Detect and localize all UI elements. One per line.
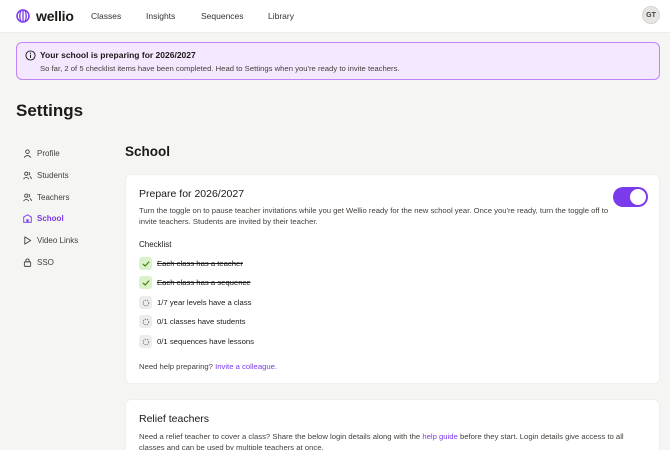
sidebar-item-school[interactable]: School [23,211,64,225]
relief-title: Relief teachers [139,413,210,425]
school-icon [23,213,32,223]
checklist-item-text: Each class has a teacher [157,259,243,268]
check-pending-icon [139,335,152,348]
wellio-logo-icon [16,9,30,23]
page-title: Settings [16,101,84,120]
help-text: Need help preparing? Invite a colleague. [139,362,277,371]
brand-name: wellio [36,8,74,24]
pause-invitations-toggle[interactable] [613,187,648,207]
check-done-icon [139,276,152,289]
nav-classes[interactable]: Classes [91,11,121,21]
relief-teachers-card: Relief teachers Need a relief teacher to… [125,399,660,450]
checklist-item: 1/7 year levels have a class [139,296,251,309]
checklist-item: 0/1 sequences have lessons [139,335,254,348]
sidebar-item-label: Video Links [37,235,79,245]
sidebar-item-label: SSO [37,257,54,267]
relief-description: Need a relief teacher to cover a class? … [139,431,649,450]
lock-icon [23,258,32,267]
banner-title: Your school is preparing for 2026/2027 [40,50,196,60]
checklist-item: Each class has a sequence [139,276,251,289]
sidebar-item-students[interactable]: Students [23,168,69,182]
checklist-item-text: Each class has a sequence [157,278,251,287]
toggle-knob [630,189,646,205]
checklist-item-text: 0/1 classes have students [157,317,246,326]
users-icon [23,171,32,179]
sidebar-item-teachers[interactable]: Teachers [23,190,69,204]
nav-insights[interactable]: Insights [146,11,175,21]
user-icon [23,148,32,158]
help-guide-link[interactable]: help guide [422,432,457,441]
checklist-label: Checklist [139,240,172,249]
nav-library[interactable]: Library [268,11,294,21]
sidebar-item-profile[interactable]: Profile [23,146,60,160]
sidebar-item-label: Teachers [37,192,70,202]
relief-desc-prefix: Need a relief teacher to cover a class? … [139,432,421,441]
checklist-item-text: 1/7 year levels have a class [157,298,252,307]
check-pending-icon [139,315,152,328]
invite-colleague-link[interactable]: Invite a colleague. [215,362,277,371]
checklist-item: Each class has a teacher [139,257,243,270]
checklist-item-text: 0/1 sequences have lessons [157,337,255,346]
top-navigation-bar: wellio Classes Insights Sequences Librar… [0,0,670,33]
teachers-icon [23,193,32,201]
prepare-title: Prepare for 2026/2027 [139,188,245,200]
brand-logo[interactable]: wellio [16,8,74,24]
nav-sequences[interactable]: Sequences [201,11,244,21]
section-title: School [125,144,171,159]
help-prefix: Need help preparing? [139,362,213,371]
info-icon [25,50,36,61]
user-avatar[interactable]: GT [642,6,660,24]
sidebar-item-label: School [37,213,64,223]
prepare-card: Prepare for 2026/2027 Turn the toggle on… [125,174,660,384]
check-pending-icon [139,296,152,309]
checklist-item: 0/1 classes have students [139,315,245,328]
prepare-description: Turn the toggle on to pause teacher invi… [139,206,609,226]
sidebar-item-label: Students [37,170,69,180]
banner-message: So far, 2 of 5 checklist items have been… [40,64,400,73]
preparation-banner: Your school is preparing for 2026/2027 S… [16,42,660,80]
sidebar-item-label: Profile [37,148,60,158]
sidebar-item-video-links[interactable]: Video Links [23,233,78,247]
sidebar-item-sso[interactable]: SSO [23,255,54,269]
play-icon [24,235,32,245]
check-done-icon [139,257,152,270]
